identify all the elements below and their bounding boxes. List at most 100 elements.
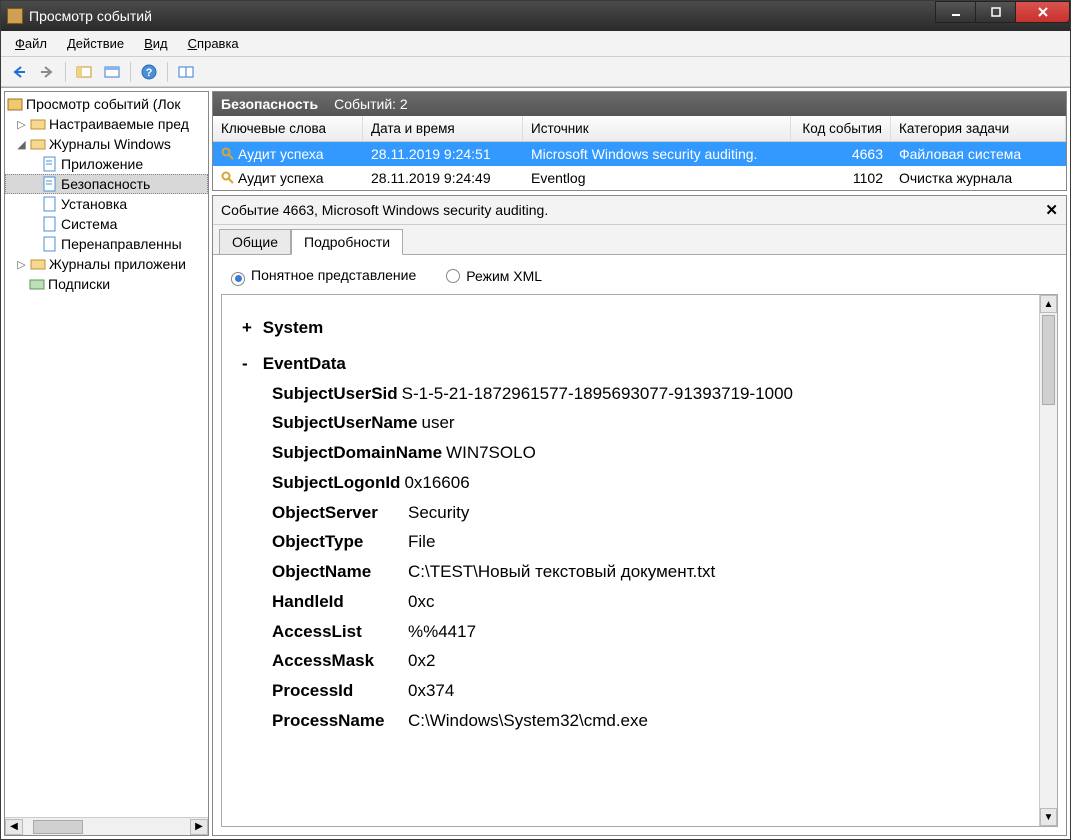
row-category: Файловая система: [891, 144, 1066, 164]
tree-horizontal-scrollbar[interactable]: ◀ ▶: [5, 817, 208, 835]
scroll-thumb[interactable]: [33, 820, 83, 834]
col-event-id[interactable]: Код события: [791, 116, 891, 141]
tree-system-label: Система: [61, 216, 117, 232]
col-datetime[interactable]: Дата и время: [363, 116, 523, 141]
back-button[interactable]: [7, 61, 31, 83]
tree-application[interactable]: Приложение: [5, 154, 208, 174]
help-button[interactable]: ?: [137, 61, 161, 83]
event-detail-panel: Событие 4663, Microsoft Windows security…: [212, 195, 1067, 836]
tree-forwarded[interactable]: Перенаправленны: [5, 234, 208, 254]
data-value: Security: [408, 498, 469, 528]
data-value: 0xc: [408, 587, 434, 617]
data-value: C:\TEST\Новый текстовый документ.txt: [408, 557, 715, 587]
event-row[interactable]: Аудит успеха 28.11.2019 9:24:49 Eventlog…: [213, 166, 1066, 190]
radio-xml-view[interactable]: Режим XML: [446, 267, 542, 284]
tree-windows-logs[interactable]: ◢ Журналы Windows: [5, 134, 208, 154]
folder-icon: [30, 136, 46, 152]
subscriptions-icon: [29, 276, 45, 292]
tree-setup[interactable]: Установка: [5, 194, 208, 214]
expand-icon[interactable]: ▷: [16, 118, 27, 131]
event-data-content[interactable]: + System - EventData SubjectUserSidS-1-5…: [222, 295, 1039, 826]
data-row: SubjectUserSidS-1-5-21-1872961577-189569…: [272, 379, 1031, 409]
data-value: %%4417: [408, 617, 476, 647]
menu-help[interactable]: Справка: [180, 34, 247, 53]
col-source[interactable]: Источник: [523, 116, 791, 141]
scroll-thumb[interactable]: [1042, 315, 1055, 405]
data-value: C:\Windows\System32\cmd.exe: [408, 706, 648, 736]
system-section[interactable]: + System: [242, 313, 1031, 343]
data-value: 0x16606: [404, 468, 469, 498]
data-row: SubjectUserNameuser: [272, 408, 1031, 438]
event-viewer-window: Просмотр событий Файл Действие Вид Справ…: [0, 0, 1071, 840]
data-value: WIN7SOLO: [446, 438, 536, 468]
tree-custom-label: Настраиваемые пред: [49, 116, 189, 132]
window-title: Просмотр событий: [29, 8, 152, 24]
data-value: 0x374: [408, 676, 454, 706]
tree-security[interactable]: Безопасность: [5, 174, 208, 194]
radio-friendly-view[interactable]: Понятное представление: [231, 267, 416, 284]
tree-app-logs[interactable]: ▷ Журналы приложени: [5, 254, 208, 274]
row-source: Eventlog: [523, 168, 791, 188]
tree-security-label: Безопасность: [61, 176, 150, 192]
col-category[interactable]: Категория задачи: [891, 116, 1066, 141]
log-icon: [42, 236, 58, 252]
tree-subscriptions[interactable]: Подписки: [5, 274, 208, 294]
tree-setup-label: Установка: [61, 196, 127, 212]
row-category: Очистка журнала: [891, 168, 1066, 188]
row-keywords: Аудит успеха: [238, 170, 324, 186]
folder-icon: [30, 256, 46, 272]
scroll-left-icon[interactable]: ◀: [5, 819, 23, 835]
detail-close-button[interactable]: ✕: [1045, 201, 1058, 219]
key-icon: [221, 171, 235, 185]
event-list-panel: Безопасность Событий: 2 Ключевые слова Д…: [212, 91, 1067, 191]
tree-subs-label: Подписки: [48, 276, 110, 292]
main-pane: Безопасность Событий: 2 Ключевые слова Д…: [212, 91, 1067, 836]
col-keywords[interactable]: Ключевые слова: [213, 116, 363, 141]
column-headers: Ключевые слова Дата и время Источник Код…: [213, 116, 1066, 142]
list-header: Безопасность Событий: 2: [213, 92, 1066, 116]
log-icon: [42, 216, 58, 232]
collapse-icon[interactable]: -: [242, 349, 258, 379]
toolbar: ?: [1, 57, 1070, 87]
content-area: Просмотр событий (Лок ▷ Настраиваемые пр…: [1, 87, 1070, 839]
tree-root-label: Просмотр событий (Лок: [26, 96, 181, 112]
data-value: S-1-5-21-1872961577-1895693077-91393719-…: [402, 379, 793, 409]
tree-pane: Просмотр событий (Лок ▷ Настраиваемые пр…: [4, 91, 209, 836]
tab-general[interactable]: Общие: [219, 229, 291, 254]
tree-custom-views[interactable]: ▷ Настраиваемые пред: [5, 114, 208, 134]
scroll-up-icon[interactable]: ▲: [1040, 295, 1057, 313]
tree-system[interactable]: Система: [5, 214, 208, 234]
close-button[interactable]: [1015, 1, 1070, 23]
event-row[interactable]: Аудит успеха 28.11.2019 9:24:51 Microsof…: [213, 142, 1066, 166]
data-row: ProcessId0x374: [272, 676, 1031, 706]
expand-icon[interactable]: +: [242, 313, 258, 343]
data-row: SubjectLogonId0x16606: [272, 468, 1031, 498]
menu-file[interactable]: Файл: [7, 34, 55, 53]
collapse-icon[interactable]: ◢: [16, 138, 27, 151]
svg-text:?: ?: [146, 67, 153, 79]
properties-button[interactable]: [100, 61, 124, 83]
detail-tabs: Общие Подробности: [213, 225, 1066, 255]
extra-pane-button[interactable]: [174, 61, 198, 83]
menu-action[interactable]: Действие: [59, 34, 132, 53]
data-row: HandleId0xc: [272, 587, 1031, 617]
data-row: SubjectDomainNameWIN7SOLO: [272, 438, 1031, 468]
tab-details[interactable]: Подробности: [291, 229, 403, 255]
data-value: user: [422, 408, 455, 438]
data-row: AccessList%%4417: [272, 617, 1031, 647]
forward-button[interactable]: [35, 61, 59, 83]
list-count: Событий: 2: [334, 96, 408, 112]
menu-view[interactable]: Вид: [136, 34, 176, 53]
row-event-id: 1102: [791, 168, 891, 188]
scroll-down-icon[interactable]: ▼: [1040, 808, 1057, 826]
scroll-right-icon[interactable]: ▶: [190, 819, 208, 835]
expand-icon[interactable]: ▷: [16, 258, 27, 271]
row-datetime: 28.11.2019 9:24:49: [363, 168, 523, 188]
titlebar[interactable]: Просмотр событий: [1, 1, 1070, 31]
minimize-button[interactable]: [935, 1, 975, 23]
detail-vertical-scrollbar[interactable]: ▲ ▼: [1039, 295, 1057, 826]
eventdata-section[interactable]: - EventData: [242, 349, 1031, 379]
maximize-button[interactable]: [975, 1, 1015, 23]
tree-root[interactable]: Просмотр событий (Лок: [5, 94, 208, 114]
show-hide-tree-button[interactable]: [72, 61, 96, 83]
